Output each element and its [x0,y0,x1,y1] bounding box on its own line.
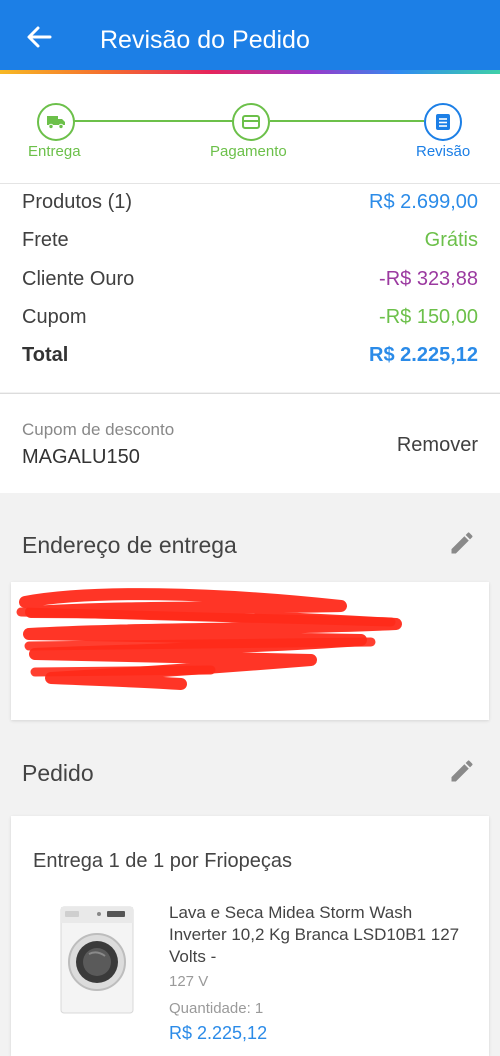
summary-label: Produtos (1) [22,190,133,213]
edit-order-pencil-icon[interactable] [448,757,476,785]
order-card: Entrega 1 de 1 por Friopeças Lava e Seca… [11,816,489,1056]
step-label-review: Revisão [416,143,471,160]
coupon-code: MAGALU150 [22,446,140,468]
summary-value: -R$ 150,00 [379,305,478,328]
edit-address-pencil-icon[interactable] [448,529,476,557]
product-name[interactable]: Lava e Seca Midea Storm Wash Inverter 10… [169,902,469,968]
product-voltage: 127 V [169,973,209,990]
summary-label: Total [22,343,69,366]
product-price: R$ 2.225,12 [169,1023,268,1043]
app-bar: Revisão do Pedido [0,0,500,74]
summary-row-coupon: Cupom -R$ 150,00 [22,302,478,332]
page-title: Revisão do Pedido [100,26,310,54]
checkout-stepper: Entrega Pagamento Revisão [0,74,500,184]
summary-value: Grátis [424,228,478,251]
washing-machine-product-image[interactable] [59,906,135,1014]
summary-label: Frete [22,228,69,251]
summary-row-shipping: Frete Grátis [22,225,478,255]
redacted-address-scribble [16,588,402,690]
list-document-icon [436,114,450,130]
step-delivery[interactable] [37,103,75,141]
credit-card-icon [242,115,260,129]
summary-label: Cupom [22,305,87,328]
step-connector [74,120,234,122]
delivery-title: Entrega 1 de 1 por Friopeças [33,850,293,872]
summary-row-products: Produtos (1) R$ 2.699,00 [22,187,478,217]
summary-row-gold-client: Cliente Ouro -R$ 323,88 [22,264,478,294]
arrow-left-icon[interactable] [24,22,54,52]
summary-value: -R$ 323,88 [379,267,478,290]
order-section-title: Pedido [22,760,94,786]
product-quantity: Quantidade: 1 [169,1000,264,1017]
summary-row-total: Total R$ 2.225,12 [22,340,478,370]
order-summary: Produtos (1) R$ 2.699,00 Frete Grátis Cl… [0,184,500,392]
truck-icon [47,116,65,130]
step-payment[interactable] [232,103,270,141]
summary-label: Cliente Ouro [22,267,135,290]
step-label-payment: Pagamento [210,143,287,160]
remove-coupon-button[interactable]: Remover [397,434,478,457]
step-review[interactable] [424,103,462,141]
step-connector [270,120,424,122]
address-card[interactable] [11,582,489,720]
step-label-delivery: Entrega [28,143,81,160]
coupon-label: Cupom de desconto [22,420,175,439]
coupon-section: Cupom de desconto MAGALU150 Remover [0,393,500,493]
summary-value: R$ 2.225,12 [369,343,478,366]
address-section-title: Endereço de entrega [22,532,237,558]
summary-value: R$ 2.699,00 [369,190,478,213]
